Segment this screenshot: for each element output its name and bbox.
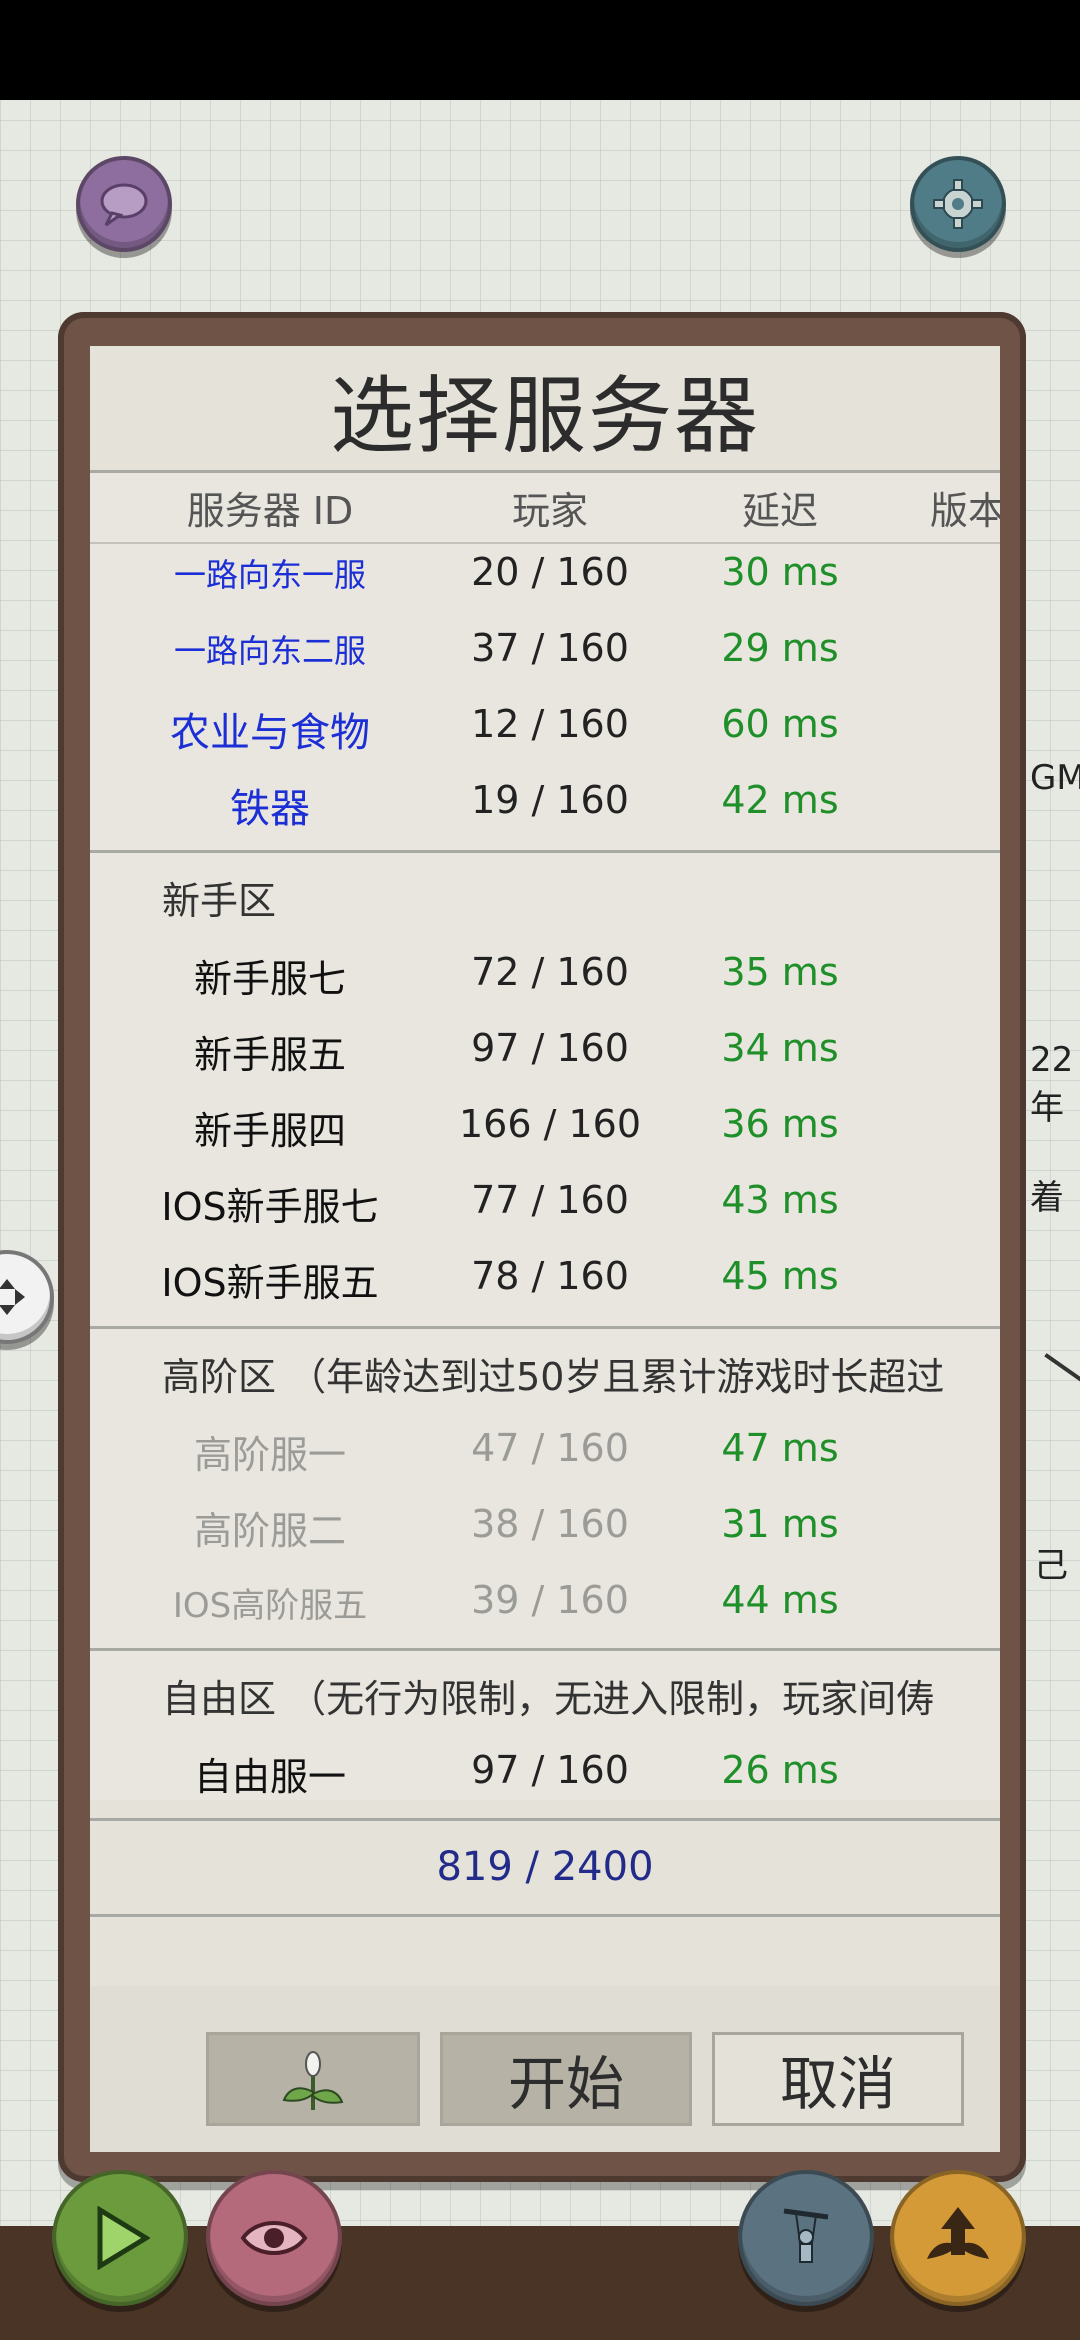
ping-value: 30 ms bbox=[721, 550, 839, 594]
chat-bubble-icon bbox=[100, 183, 148, 227]
server-name: 新手服四 bbox=[193, 1109, 346, 1153]
column-header-ping: 延迟 bbox=[741, 489, 818, 533]
ping-value: 35 ms bbox=[721, 950, 839, 994]
status-bar bbox=[0, 0, 1080, 100]
player-count: 78 / 160 bbox=[471, 1254, 629, 1298]
player-count: 97 / 160 bbox=[471, 1026, 629, 1070]
puppet-icon bbox=[783, 2208, 829, 2263]
ping-value: 42 ms bbox=[721, 778, 839, 822]
upgrade-button[interactable] bbox=[890, 2170, 1026, 2306]
ping-value: 45 ms bbox=[721, 1254, 839, 1298]
player-count: 12 / 160 bbox=[471, 702, 629, 746]
ping-value: 29 ms bbox=[721, 626, 839, 670]
winged-arrow-up-icon bbox=[927, 2207, 989, 2259]
column-header-version: 版本 bbox=[930, 489, 1000, 533]
dialog-title: 选择服务器 bbox=[329, 366, 760, 465]
bg-text-fragment: GM bbox=[1030, 758, 1080, 798]
total-player-count: 819 / 2400 bbox=[436, 1844, 654, 1890]
section-label-advanced: 高阶区 （年龄达到过50岁且累计游戏时长超过 bbox=[162, 1355, 945, 1399]
player-count: 19 / 160 bbox=[471, 778, 629, 822]
ping-value: 44 ms bbox=[721, 1578, 839, 1622]
player-count: 39 / 160 bbox=[471, 1578, 629, 1622]
ping-value: 43 ms bbox=[721, 1178, 839, 1222]
bg-text-fragment: 己 bbox=[1034, 1546, 1068, 1586]
bg-text-fragment: 着 bbox=[1030, 1178, 1064, 1218]
divider bbox=[90, 1326, 1000, 1329]
server-name: 一路向东一服 bbox=[173, 556, 366, 594]
player-count: 37 / 160 bbox=[471, 626, 629, 670]
column-header-server-id: 服务器 ID bbox=[186, 489, 354, 533]
ping-value: 47 ms bbox=[721, 1426, 839, 1470]
settings-button[interactable] bbox=[910, 156, 1006, 252]
player-count: 47 / 160 bbox=[471, 1426, 629, 1470]
puppet-button[interactable] bbox=[738, 2170, 874, 2306]
server-select-dialog: 选择服务器 服务器 ID 玩家 延迟 版本 一路向东一服 20 / 160 30… bbox=[90, 346, 1000, 2152]
sprout-icon bbox=[282, 2051, 344, 2110]
player-count: 97 / 160 bbox=[471, 1748, 629, 1792]
player-count: 77 / 160 bbox=[471, 1178, 629, 1222]
section-label-newbie: 新手区 bbox=[162, 879, 277, 923]
divider bbox=[90, 850, 1000, 853]
side-menu-button[interactable] bbox=[0, 1250, 54, 1344]
player-count: 166 / 160 bbox=[458, 1102, 642, 1146]
ping-value: 60 ms bbox=[721, 702, 839, 746]
eye-icon bbox=[240, 2221, 308, 2255]
view-button[interactable] bbox=[206, 2170, 342, 2306]
server-table[interactable]: 服务器 ID 玩家 延迟 版本 一路向东一服 20 / 160 30 ms 一路… bbox=[90, 470, 1000, 1800]
chat-button[interactable] bbox=[76, 156, 172, 252]
ping-value: 34 ms bbox=[721, 1026, 839, 1070]
gear-icon bbox=[933, 179, 983, 229]
server-name: 农业与食物 bbox=[170, 710, 370, 756]
bg-text-fragment: 年 bbox=[1030, 1088, 1064, 1128]
ping-value: 36 ms bbox=[721, 1102, 839, 1146]
server-name: IOS新手服七 bbox=[161, 1185, 379, 1229]
server-name: 新手服七 bbox=[193, 957, 346, 1001]
server-name: 高阶服二 bbox=[193, 1509, 346, 1553]
start-button[interactable]: 开始 bbox=[440, 2032, 692, 2126]
server-name: 自由服一 bbox=[193, 1755, 346, 1799]
move-arrows-icon bbox=[0, 1279, 25, 1315]
column-header-players: 玩家 bbox=[511, 489, 588, 533]
cancel-button[interactable]: 取消 bbox=[712, 2032, 964, 2126]
server-name: 高阶服一 bbox=[193, 1433, 346, 1477]
player-count: 38 / 160 bbox=[471, 1502, 629, 1546]
ping-value: 31 ms bbox=[721, 1502, 839, 1546]
player-count: 20 / 160 bbox=[471, 550, 629, 594]
server-name: IOS新手服五 bbox=[161, 1261, 379, 1305]
server-name: 一路向东二服 bbox=[173, 632, 366, 670]
ping-value: 26 ms bbox=[721, 1748, 839, 1792]
divider bbox=[90, 1648, 1000, 1651]
bg-text-fragment: 22 bbox=[1030, 1040, 1074, 1080]
player-count: 72 / 160 bbox=[471, 950, 629, 994]
plant-button[interactable] bbox=[206, 2032, 420, 2126]
divider bbox=[90, 470, 1000, 473]
play-button[interactable] bbox=[52, 2170, 188, 2306]
divider bbox=[90, 542, 1000, 544]
divider bbox=[90, 1818, 1000, 1821]
server-name: 铁器 bbox=[230, 786, 310, 832]
bg-line bbox=[1044, 1353, 1080, 1391]
divider bbox=[90, 1914, 1000, 1917]
section-label-free: 自由区 （无行为限制，无进入限制，玩家间俦 bbox=[162, 1677, 935, 1721]
dialog-footer: 开始 取消 bbox=[90, 1986, 1000, 2152]
play-icon bbox=[97, 2206, 150, 2270]
server-name: 新手服五 bbox=[193, 1033, 346, 1077]
server-name: IOS高阶服五 bbox=[172, 1586, 368, 1626]
